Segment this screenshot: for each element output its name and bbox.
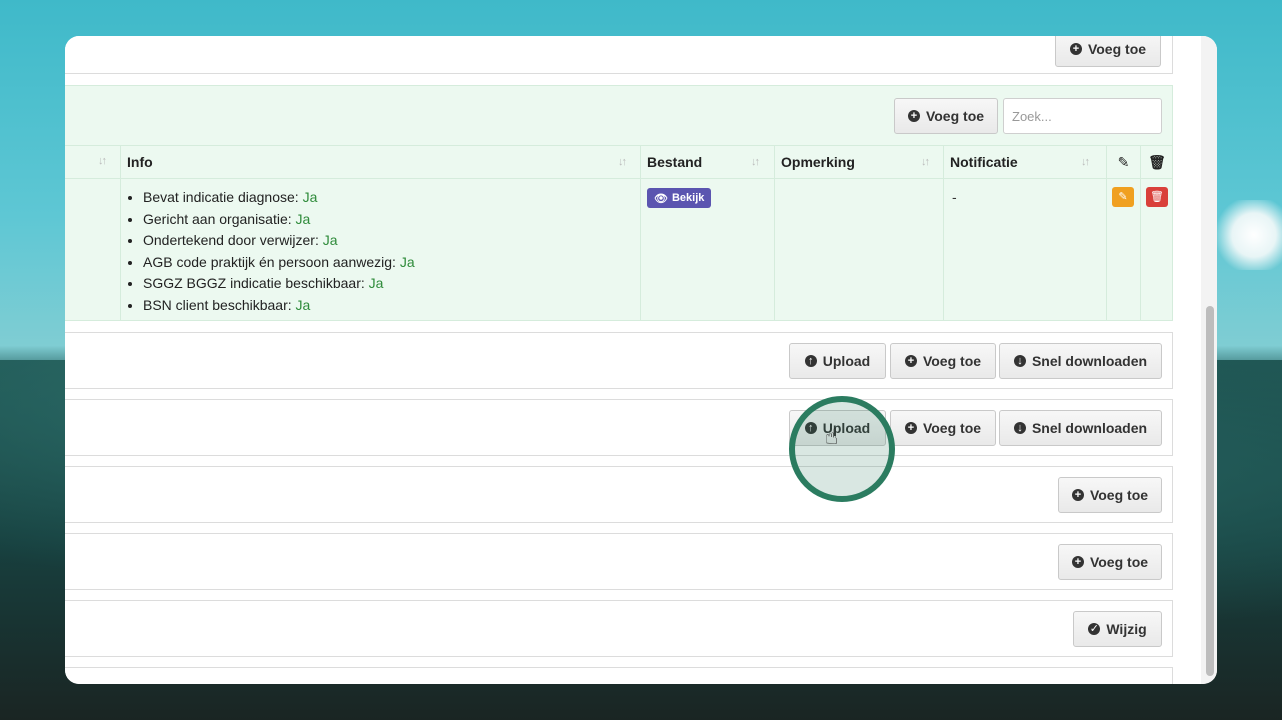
upload-circle-icon: ↑ bbox=[804, 355, 817, 367]
check-circle-icon: ✓ bbox=[1088, 623, 1101, 635]
column-header-delete: 🗑 bbox=[1140, 146, 1173, 179]
cell-delete: 🗑 bbox=[1140, 179, 1173, 321]
sort-icon: ↓↑ bbox=[1081, 156, 1090, 168]
plus-circle-icon: + bbox=[907, 110, 920, 122]
column-header-info[interactable]: Info ↓↑ bbox=[120, 146, 640, 179]
add-button[interactable]: + Voeg toe bbox=[890, 410, 996, 446]
add-button[interactable]: + Voeg toe bbox=[890, 343, 996, 379]
column-header-edit: ✎ bbox=[1106, 146, 1140, 179]
panel-edit: ✓ Wijzig bbox=[65, 600, 1173, 657]
panel-upload-1: ↑ Upload + Voeg toe ↓ Snel downloaden bbox=[65, 332, 1173, 389]
background-cloud bbox=[1212, 200, 1282, 270]
plus-circle-icon: + bbox=[1069, 43, 1082, 55]
column-header-notificatie[interactable]: Notificatie ↓↑ bbox=[943, 146, 1106, 179]
app-window: + Voeg toe + Voeg toe ↓↑ Info ↓↑ Bestand… bbox=[65, 36, 1217, 684]
add-button[interactable]: + Voeg toe bbox=[894, 98, 998, 134]
panel-add-2: + Voeg toe bbox=[65, 533, 1173, 590]
panel-upload-2: ↑ Upload + Voeg toe ↓ Snel downloaden bbox=[65, 399, 1173, 456]
add-button[interactable]: + Voeg toe bbox=[1058, 544, 1162, 580]
list-item: SGGZ BGGZ indicatie beschikbaar: Ja bbox=[143, 273, 640, 295]
delete-button[interactable]: 🗑 bbox=[1146, 187, 1168, 207]
view-file-badge[interactable]: 👁 Bekijk bbox=[647, 188, 712, 208]
upload-button[interactable]: ↑ Upload bbox=[789, 343, 886, 379]
vertical-scrollbar[interactable] bbox=[1201, 36, 1217, 684]
column-header-opmerking[interactable]: Opmerking ↓↑ bbox=[774, 146, 944, 179]
column-header-bestand[interactable]: Bestand ↓↑ bbox=[640, 146, 775, 179]
click-highlight-ring bbox=[789, 396, 895, 502]
add-button-label: Voeg toe bbox=[925, 108, 985, 124]
plus-circle-icon: + bbox=[904, 422, 917, 434]
list-item: BSN client beschikbaar: Ja bbox=[143, 295, 640, 317]
plus-circle-icon: + bbox=[1071, 556, 1084, 568]
scrollbar-thumb[interactable] bbox=[1206, 306, 1214, 676]
trash-icon: 🗑 bbox=[1148, 154, 1166, 170]
cell-notificatie: - bbox=[943, 179, 1106, 321]
eye-icon: 👁 bbox=[654, 192, 668, 205]
list-item: Gericht aan organisatie: Ja bbox=[143, 209, 640, 231]
quick-download-button[interactable]: ↓ Snel downloaden bbox=[999, 343, 1162, 379]
panel-documents-table: + Voeg toe ↓↑ Info ↓↑ Bestand ↓↑ Opmerki… bbox=[65, 85, 1173, 321]
list-item: Bevat indicatie diagnose: Ja bbox=[143, 187, 640, 209]
download-circle-icon: ↓ bbox=[1013, 422, 1026, 434]
plus-circle-icon: + bbox=[1071, 489, 1084, 501]
panel-add-1: + Voeg toe bbox=[65, 466, 1173, 523]
list-item: AGB code praktijk én persoon aanwezig: J… bbox=[143, 252, 640, 274]
plus-circle-icon: + bbox=[904, 355, 917, 367]
info-list: Bevat indicatie diagnose: Ja Gericht aan… bbox=[121, 187, 640, 317]
edit-button[interactable]: ✎ bbox=[1112, 187, 1134, 207]
cell-info: Bevat indicatie diagnose: Ja Gericht aan… bbox=[120, 179, 640, 321]
cell-edit: ✎ bbox=[1106, 179, 1140, 321]
add-button[interactable]: + Voeg toe bbox=[1055, 36, 1161, 67]
table-header: ↓↑ Info ↓↑ Bestand ↓↑ Opmerking ↓↑ Notif… bbox=[65, 145, 1173, 179]
sort-icon: ↓↑ bbox=[751, 156, 760, 168]
panel-bottom bbox=[65, 667, 1173, 684]
cell-opmerking bbox=[774, 179, 944, 321]
panel-top: + Voeg toe bbox=[65, 36, 1173, 74]
sort-icon: ↓↑ bbox=[921, 156, 930, 168]
edit-button[interactable]: ✓ Wijzig bbox=[1073, 611, 1162, 647]
download-circle-icon: ↓ bbox=[1013, 355, 1026, 367]
pencil-icon: ✎ bbox=[1117, 154, 1130, 170]
list-item: Ondertekend door verwijzer: Ja bbox=[143, 230, 640, 252]
search-input[interactable] bbox=[1003, 98, 1162, 134]
sort-icon: ↓↑ bbox=[98, 155, 107, 167]
cell-bestand: 👁 Bekijk bbox=[640, 179, 775, 321]
quick-download-button[interactable]: ↓ Snel downloaden bbox=[999, 410, 1162, 446]
add-button[interactable]: + Voeg toe bbox=[1058, 477, 1162, 513]
sort-icon: ↓↑ bbox=[618, 156, 627, 168]
hand-pointer-icon: ☝ bbox=[825, 424, 839, 449]
add-button-label: Voeg toe bbox=[1087, 41, 1147, 57]
